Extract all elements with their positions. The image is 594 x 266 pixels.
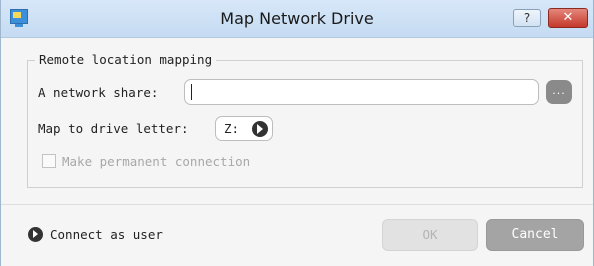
- title-bar[interactable]: Map Network Drive ? ✕: [1, 0, 593, 38]
- help-button[interactable]: ?: [513, 9, 541, 27]
- window-title: Map Network Drive: [220, 9, 374, 28]
- close-button[interactable]: ✕: [548, 8, 588, 28]
- drive-letter-label: Map to drive letter:: [38, 121, 189, 136]
- chevron-right-icon: [252, 121, 268, 137]
- permanent-connection-label: Make permanent connection: [62, 154, 251, 169]
- ok-button[interactable]: OK: [382, 219, 478, 251]
- map-network-drive-dialog: Map Network Drive ? ✕ Remote location ma…: [0, 0, 594, 266]
- chevron-right-icon[interactable]: [28, 227, 43, 242]
- drive-letter-value: Z:: [224, 121, 240, 136]
- browse-button[interactable]: ...: [546, 80, 572, 104]
- network-share-input[interactable]: [184, 79, 539, 105]
- permanent-connection-checkbox[interactable]: [42, 154, 56, 168]
- cancel-button[interactable]: Cancel: [486, 219, 584, 251]
- connect-as-user-link[interactable]: Connect as user: [50, 227, 163, 242]
- network-share-label: A network share:: [38, 85, 159, 100]
- drive-letter-select[interactable]: Z:: [215, 116, 273, 141]
- text-caret: [191, 84, 192, 100]
- footer-divider: [1, 204, 593, 205]
- group-legend: Remote location mapping: [35, 52, 217, 67]
